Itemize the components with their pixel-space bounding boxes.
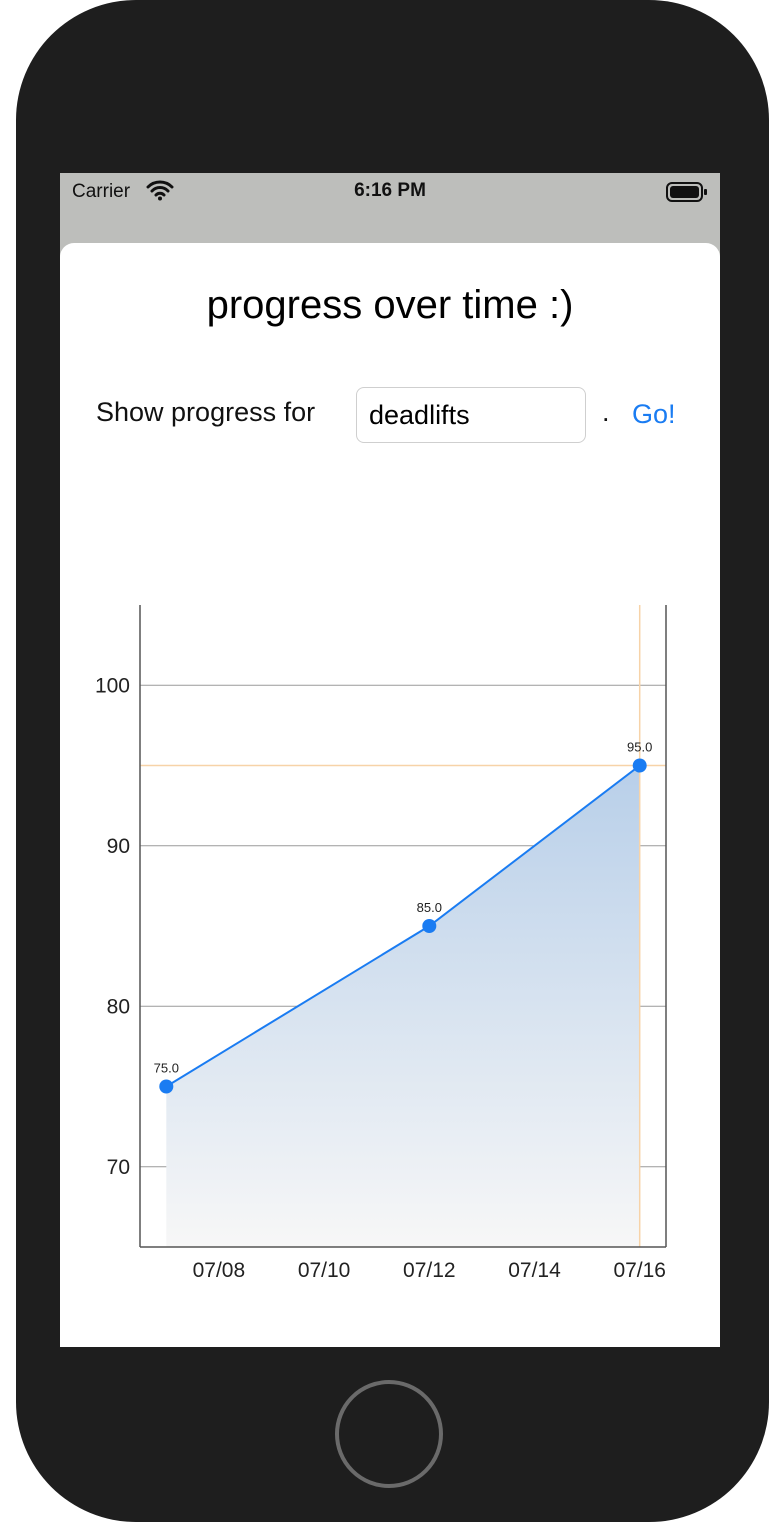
x-tick-label: 07/14 [508,1259,561,1282]
data-point [632,758,647,773]
x-tick-label: 07/08 [193,1259,246,1282]
data-point [422,919,437,933]
y-tick-label: 90 [107,835,130,858]
x-tick-label: 07/10 [298,1259,351,1282]
x-tick-label: 07/16 [613,1259,666,1282]
data-label: 85.0 [417,900,442,915]
modal-sheet: progress over time :) Show progress for … [60,243,720,1347]
clock: 6:16 PM [354,180,426,201]
data-point [159,1079,174,1094]
y-tick-label: 100 [95,674,130,697]
data-label: 75.0 [154,1061,179,1076]
battery-icon [666,182,708,207]
screen: Carrier 6:16 PM progress over time :) Sh… [60,173,720,1347]
x-tick-label: 07/12 [403,1259,456,1282]
home-button[interactable] [335,1380,443,1488]
data-label: 95.0 [627,740,652,755]
progress-chart: 70 80 90 100 75.0 85.0 95.0 07/08 07/10 07/12 07/1… [95,605,667,1282]
y-tick-label: 70 [107,1156,130,1179]
status-bar: Carrier 6:16 PM [60,173,720,209]
y-tick-label: 80 [107,995,130,1018]
